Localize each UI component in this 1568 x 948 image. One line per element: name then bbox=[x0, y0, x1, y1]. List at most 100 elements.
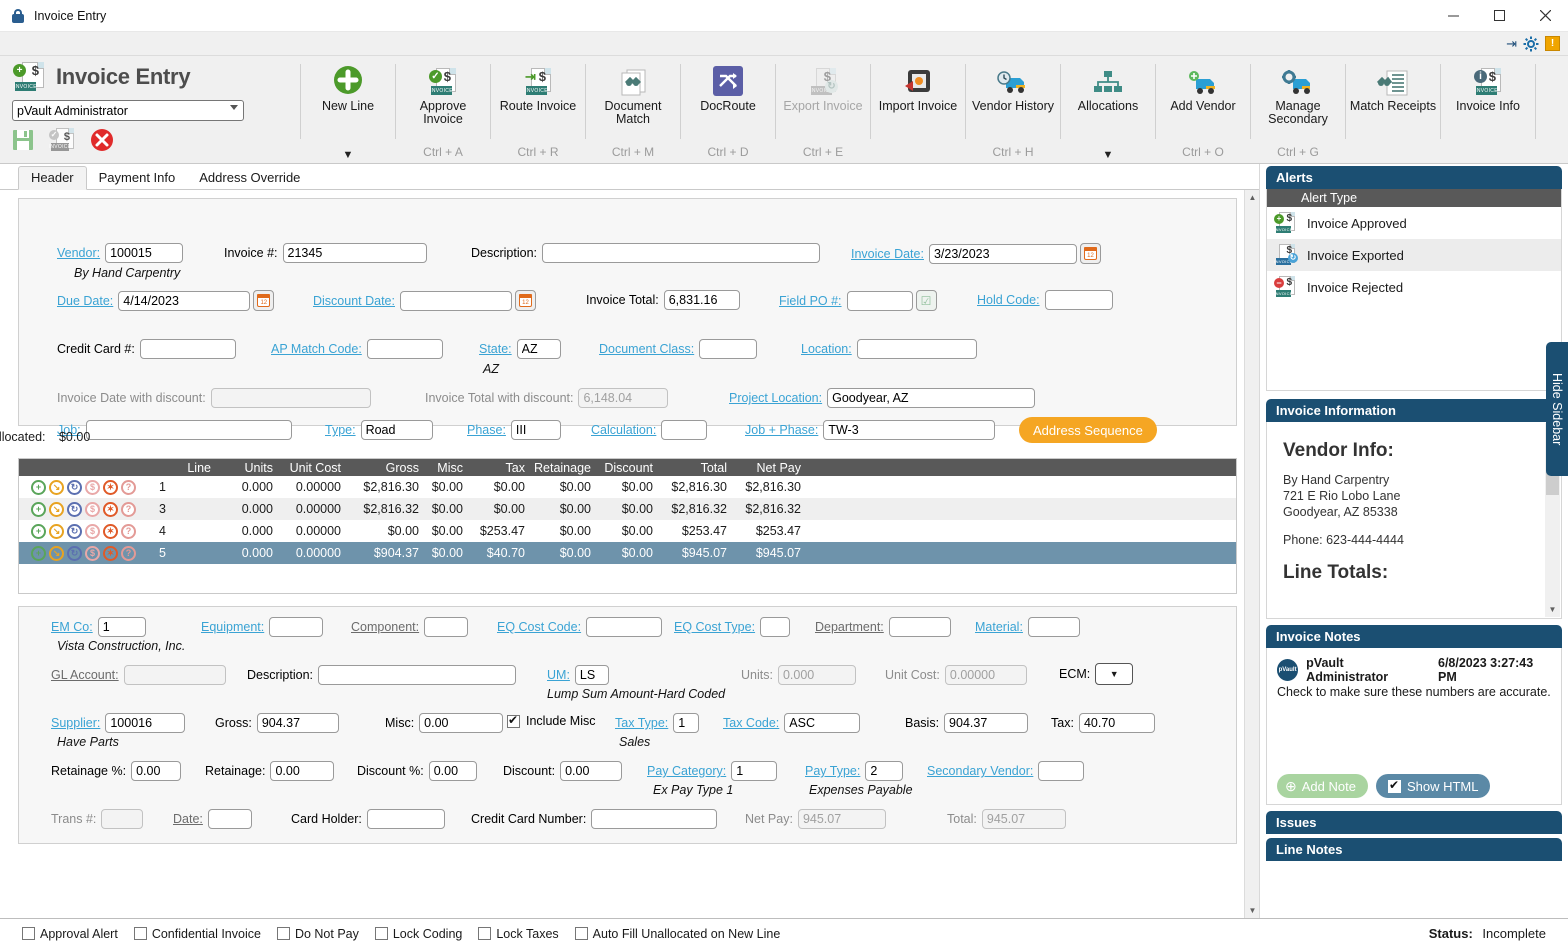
grid-col-discount[interactable]: Discount bbox=[595, 459, 657, 476]
move-icon[interactable]: ↘ bbox=[49, 479, 64, 495]
department-input[interactable] bbox=[888, 617, 951, 637]
delete-icon[interactable]: ✶ bbox=[103, 545, 118, 561]
em-co-label[interactable]: EM Co: bbox=[51, 620, 93, 634]
cc-date-label[interactable]: Date: bbox=[173, 812, 203, 826]
ribbon-button-match-receipts[interactable]: Match Receipts bbox=[1346, 56, 1440, 163]
cancel-icon[interactable] bbox=[90, 128, 114, 152]
ribbon-button-import-invoice[interactable]: Import Invoice bbox=[871, 56, 965, 163]
gl-account-input[interactable] bbox=[123, 665, 226, 685]
save-icon[interactable] bbox=[12, 129, 34, 151]
maximize-button[interactable] bbox=[1476, 0, 1522, 32]
basis-input[interactable] bbox=[944, 713, 1029, 733]
grid-col-net-pay[interactable]: Net Pay bbox=[731, 459, 805, 476]
tab-header[interactable]: Header bbox=[18, 166, 87, 190]
vendor-input[interactable] bbox=[105, 243, 184, 263]
line-units-input[interactable] bbox=[777, 665, 856, 685]
component-input[interactable] bbox=[424, 617, 469, 637]
state-label[interactable]: State: bbox=[479, 342, 512, 356]
refresh-icon[interactable]: ↻ bbox=[67, 545, 82, 561]
dollar-icon[interactable]: $ bbox=[85, 501, 100, 517]
supplier-label[interactable]: Supplier: bbox=[51, 716, 100, 730]
supplier-input[interactable] bbox=[105, 713, 186, 733]
show-html-checkbox[interactable] bbox=[1387, 778, 1401, 793]
move-icon[interactable]: ↘ bbox=[49, 523, 64, 539]
tab-address-override[interactable]: Address Override bbox=[187, 167, 312, 189]
line-net-pay-input[interactable] bbox=[797, 809, 886, 829]
grid-col-misc[interactable]: Misc bbox=[423, 459, 467, 476]
discount-date-calendar-icon[interactable]: 12 bbox=[514, 290, 536, 311]
grid-col-gross[interactable]: Gross bbox=[345, 459, 423, 476]
retainage-input[interactable] bbox=[270, 761, 335, 781]
project-location-label[interactable]: Project Location: bbox=[729, 391, 822, 405]
chevron-down-icon[interactable]: ▼ bbox=[301, 149, 395, 161]
dollar-icon[interactable]: $ bbox=[85, 523, 100, 539]
eq-cost-type-label[interactable]: EQ Cost Type: bbox=[674, 620, 755, 634]
help-icon[interactable]: ? bbox=[121, 479, 136, 495]
um-label[interactable]: UM: bbox=[547, 668, 570, 682]
location-input[interactable] bbox=[856, 339, 977, 359]
add-icon[interactable]: + bbox=[31, 523, 46, 539]
secondary-vendor-input[interactable] bbox=[1038, 761, 1085, 781]
em-co-input[interactable] bbox=[97, 617, 146, 637]
line-notes-panel-title[interactable]: Line Notes bbox=[1266, 838, 1562, 861]
footer-checkbox-do-not-pay[interactable]: Do Not Pay bbox=[276, 927, 359, 941]
grid-col-retainage[interactable]: Retainage bbox=[529, 459, 595, 476]
ribbon-button-add-vendor[interactable]: Add Vendor Ctrl + O bbox=[1156, 56, 1250, 163]
move-icon[interactable]: ↘ bbox=[49, 501, 64, 517]
invoice-date-with-discount-input[interactable] bbox=[210, 388, 371, 408]
grid-col-line[interactable]: Line bbox=[155, 459, 215, 476]
field-po-check-icon[interactable]: ☑ bbox=[915, 290, 937, 311]
credit-card-number-input[interactable] bbox=[591, 809, 718, 829]
ribbon-button-document-match[interactable]: Document Match Ctrl + M bbox=[586, 56, 680, 163]
invoice-date-input[interactable] bbox=[928, 243, 1077, 264]
table-row[interactable]: + ↘ ↻ $ ✶? 5 0.000 0.00000 $904.37 $0.00 $40.70 $0.… bbox=[19, 542, 1236, 564]
info-scroll-down-icon[interactable]: ▼ bbox=[1545, 602, 1560, 617]
checkbox[interactable] bbox=[478, 927, 492, 940]
alert-row[interactable]: $ INVOICE ↻ Invoice Exported bbox=[1267, 239, 1561, 271]
refresh-icon[interactable]: ↻ bbox=[67, 501, 82, 517]
ribbon-button-approve-invoice[interactable]: $ INVOICE ✓ Approve Invoice Ctrl + A bbox=[396, 56, 490, 163]
tax-type-input[interactable] bbox=[673, 713, 700, 733]
pay-category-input[interactable] bbox=[731, 761, 778, 781]
delete-icon[interactable]: ✶ bbox=[103, 523, 118, 539]
invoice-date-calendar-icon[interactable]: 12 bbox=[1079, 243, 1101, 264]
help-icon[interactable]: ? bbox=[121, 501, 136, 517]
add-note-button[interactable]: ⊕ Add Note bbox=[1277, 774, 1368, 798]
description-input[interactable] bbox=[542, 243, 820, 263]
eq-cost-type-input[interactable] bbox=[760, 617, 791, 637]
um-input[interactable] bbox=[574, 665, 609, 685]
footer-checkbox-auto-fill-unallocated-on-new-line[interactable]: Auto Fill Unallocated on New Line bbox=[574, 927, 780, 941]
document-class-label[interactable]: Document Class: bbox=[599, 342, 694, 356]
pay-type-input[interactable] bbox=[865, 761, 904, 781]
secondary-vendor-label[interactable]: Secondary Vendor: bbox=[927, 764, 1033, 778]
equipment-input[interactable] bbox=[269, 617, 324, 637]
move-icon[interactable]: ↘ bbox=[49, 545, 64, 561]
equipment-label[interactable]: Equipment: bbox=[201, 620, 264, 634]
invoice-date-label[interactable]: Invoice Date: bbox=[851, 247, 924, 261]
grid-col-tax[interactable]: Tax bbox=[467, 459, 529, 476]
hold-code-label[interactable]: Hold Code: bbox=[977, 293, 1040, 307]
line-description-input[interactable] bbox=[318, 665, 516, 685]
table-row[interactable]: + ↘ ↻ $ ✶? 3 0.000 0.00000 $2,816.32 $0.00 $0.00 $0… bbox=[19, 498, 1236, 520]
trans-number-input[interactable] bbox=[101, 809, 144, 829]
alert-badge-icon[interactable]: ! bbox=[1545, 36, 1560, 51]
ribbon-button-allocations[interactable]: Allocations ▼ bbox=[1061, 56, 1155, 163]
hold-code-input[interactable] bbox=[1044, 290, 1113, 310]
line-discount-input[interactable] bbox=[560, 761, 623, 781]
ribbon-button-invoice-info[interactable]: $ INVOICE i Invoice Info bbox=[1441, 56, 1535, 163]
chevron-down-icon[interactable]: ▼ bbox=[1061, 149, 1155, 161]
table-row[interactable]: + ↘ ↻ $ ✶? 4 0.000 0.00000 $0.00 $0.00 $253.47 $0.0… bbox=[19, 520, 1236, 542]
line-gross-input[interactable] bbox=[256, 713, 339, 733]
project-location-input[interactable] bbox=[827, 388, 1036, 408]
invoice-total-with-discount-input[interactable] bbox=[578, 388, 669, 408]
state-input[interactable] bbox=[516, 339, 561, 359]
dollar-icon[interactable]: $ bbox=[85, 479, 100, 495]
minimize-button[interactable] bbox=[1430, 0, 1476, 32]
gear-icon[interactable] bbox=[1523, 36, 1539, 52]
ecm-dropdown[interactable]: ▼ bbox=[1095, 663, 1134, 685]
gl-account-label[interactable]: GL Account: bbox=[51, 668, 119, 682]
tab-payment-info[interactable]: Payment Info bbox=[87, 167, 188, 189]
eq-cost-code-label[interactable]: EQ Cost Code: bbox=[497, 620, 581, 634]
ribbon-button-route-invoice[interactable]: $ INVOICE ⇥ Route Invoice Ctrl + R bbox=[491, 56, 585, 163]
line-total-input[interactable] bbox=[981, 809, 1066, 829]
